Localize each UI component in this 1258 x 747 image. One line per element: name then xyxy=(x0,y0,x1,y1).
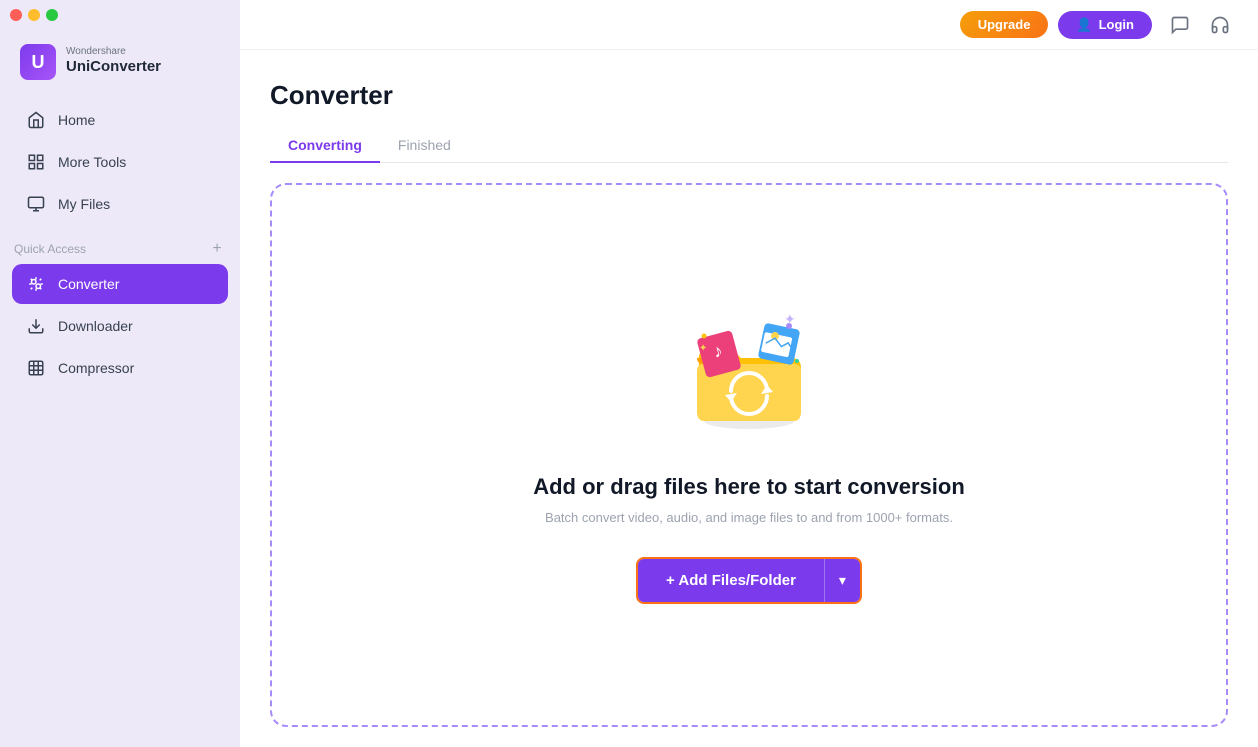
headset-icon[interactable] xyxy=(1206,11,1234,39)
login-icon: 👤 xyxy=(1076,17,1092,33)
tab-finished[interactable]: Finished xyxy=(380,129,469,163)
add-files-button-wrapper: + Add Files/Folder ▾ xyxy=(636,557,862,604)
dropzone[interactable]: ♪ ✦ ✦ Add or drag files here to start co… xyxy=(270,183,1228,727)
sidebar-item-my-files-label: My Files xyxy=(58,196,110,212)
login-button[interactable]: 👤 Login xyxy=(1058,11,1152,39)
topbar-icons xyxy=(1166,11,1234,39)
close-button[interactable] xyxy=(10,9,22,21)
nav-main: Home More Tools My Files xyxy=(0,100,240,226)
minimize-button[interactable] xyxy=(28,9,40,21)
sidebar-item-converter-label: Converter xyxy=(58,276,119,292)
app-brand: Wondershare xyxy=(66,47,161,57)
my-files-icon xyxy=(26,194,46,214)
maximize-button[interactable] xyxy=(46,9,58,21)
page-title: Converter xyxy=(270,80,1228,111)
main-area: Upgrade 👤 Login Converter Converting xyxy=(240,0,1258,747)
message-icon[interactable] xyxy=(1166,11,1194,39)
sidebar-item-home[interactable]: Home xyxy=(12,100,228,140)
sidebar-item-downloader-label: Downloader xyxy=(58,318,133,334)
sidebar-item-more-tools[interactable]: More Tools xyxy=(12,142,228,182)
sidebar-item-downloader[interactable]: Downloader xyxy=(12,306,228,346)
app-logo-icon: U xyxy=(20,44,56,80)
titlebar xyxy=(0,0,240,30)
drop-title: Add or drag files here to start conversi… xyxy=(533,474,965,500)
upgrade-button[interactable]: Upgrade xyxy=(960,11,1049,38)
add-files-button[interactable]: + Add Files/Folder xyxy=(638,559,824,602)
sidebar-item-converter[interactable]: Converter xyxy=(12,264,228,304)
svg-text:✦: ✦ xyxy=(784,311,796,327)
sidebar-item-compressor[interactable]: Compressor xyxy=(12,348,228,388)
quick-access-label: Quick Access xyxy=(14,242,86,256)
drop-subtitle: Batch convert video, audio, and image fi… xyxy=(545,510,953,525)
drop-illustration: ♪ ✦ ✦ xyxy=(679,306,819,446)
quick-access-section: Quick Access + xyxy=(0,226,240,264)
more-tools-icon xyxy=(26,152,46,172)
logo-area: U Wondershare UniConverter xyxy=(0,30,240,100)
home-icon xyxy=(26,110,46,130)
add-files-dropdown-button[interactable]: ▾ xyxy=(824,559,860,602)
nav-quick-access: Converter Downloader xyxy=(0,264,240,390)
compressor-icon xyxy=(26,358,46,378)
sidebar-item-home-label: Home xyxy=(58,112,95,128)
downloader-icon xyxy=(26,316,46,336)
sidebar-item-my-files[interactable]: My Files xyxy=(12,184,228,224)
topbar: Upgrade 👤 Login xyxy=(240,0,1258,50)
sidebar-item-compressor-label: Compressor xyxy=(58,360,134,376)
app-logo-text: Wondershare UniConverter xyxy=(66,47,161,77)
tab-converting[interactable]: Converting xyxy=(270,129,380,163)
sidebar-item-more-tools-label: More Tools xyxy=(58,154,126,170)
tabs: Converting Finished xyxy=(270,129,1228,163)
dropdown-chevron-icon: ▾ xyxy=(839,572,846,589)
app-name: UniConverter xyxy=(66,57,161,77)
svg-text:✦: ✦ xyxy=(699,343,707,354)
login-label: Login xyxy=(1099,17,1134,32)
quick-access-add-button[interactable]: + xyxy=(208,240,226,258)
content-area: Converter Converting Finished xyxy=(240,50,1258,747)
sidebar: U Wondershare UniConverter Home xyxy=(0,0,240,747)
converter-icon xyxy=(26,274,46,294)
